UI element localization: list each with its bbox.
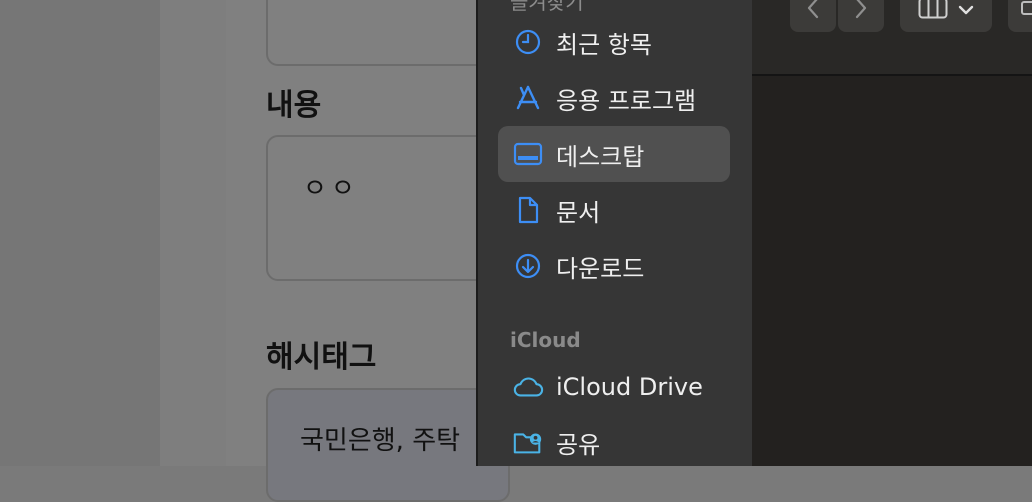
sidebar-item-label: 응용 프로그램 <box>556 86 697 115</box>
finder-sidebar: 즐겨찾기 최근 항목 응용 프로그램 데스크탑 문서 다운로드 iCloud i… <box>476 0 752 466</box>
group-button[interactable] <box>1008 0 1032 32</box>
content-textarea[interactable] <box>266 135 510 281</box>
download-circle-icon <box>512 250 544 282</box>
finder-toolbar <box>752 0 1032 76</box>
content-value: ㅇㅇ <box>303 174 359 204</box>
background-left-panel <box>0 0 160 466</box>
view-mode-button[interactable] <box>900 0 992 32</box>
finder-content-area <box>752 0 1032 466</box>
grid-icon <box>1020 0 1032 22</box>
content-heading: 내용 <box>266 88 322 123</box>
forward-button[interactable] <box>838 0 884 32</box>
clock-icon <box>512 26 544 58</box>
sidebar-item-applications[interactable]: 응용 프로그램 <box>498 70 730 126</box>
sidebar-item-shared[interactable]: 공유 <box>498 414 730 470</box>
sidebar-item-label: 문서 <box>556 198 601 227</box>
sidebar-item-icloud-drive[interactable]: iCloud Drive <box>498 359 730 415</box>
sidebar-item-recents[interactable]: 최근 항목 <box>498 14 730 70</box>
sidebar-item-documents[interactable]: 문서 <box>498 182 730 238</box>
hashtag-value: 국민은행, 주탁 <box>300 426 461 456</box>
sidebar-item-label: 최근 항목 <box>556 30 652 59</box>
previous-field-box <box>266 0 510 66</box>
sidebar-item-label: 다운로드 <box>556 254 645 283</box>
column-view-icon <box>918 0 948 23</box>
favorites-section-title: 즐겨찾기 <box>510 0 584 14</box>
sidebar-item-label: iCloud Drive <box>556 373 703 401</box>
chevron-right-icon <box>854 0 868 24</box>
back-button[interactable] <box>790 0 836 32</box>
icloud-section-title: iCloud <box>510 328 581 352</box>
app-store-a-icon <box>512 82 544 114</box>
sidebar-item-label: 데스크탑 <box>556 142 645 171</box>
desktop-icon <box>512 138 544 170</box>
hashtag-heading: 해시태그 <box>266 340 377 375</box>
sidebar-item-desktop[interactable]: 데스크탑 <box>498 126 730 182</box>
sidebar-item-label: 공유 <box>556 430 601 459</box>
background-form: 내용 ㅇㅇ 해시태그 국민은행, 주탁 <box>0 0 510 502</box>
chevron-left-icon <box>806 0 820 24</box>
shared-folder-icon <box>512 426 544 458</box>
chevron-down-icon <box>958 1 974 20</box>
sidebar-item-downloads[interactable]: 다운로드 <box>498 238 730 294</box>
document-icon <box>512 194 544 226</box>
cloud-icon <box>512 371 544 403</box>
